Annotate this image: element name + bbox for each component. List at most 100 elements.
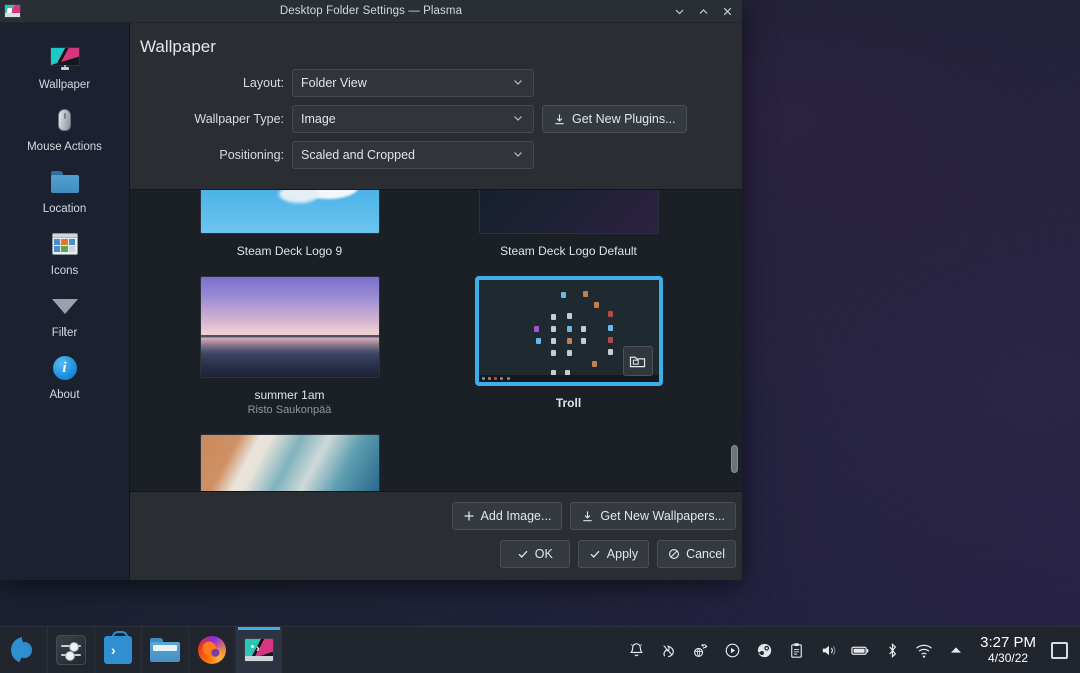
folder-icon [50,167,80,197]
page-title: Wallpaper [140,37,216,56]
ok-button[interactable]: OK [499,540,570,568]
wallpaper-grid-scrollarea[interactable]: Steam Deck Logo 9 Steam Deck Logo Defaul… [130,189,742,492]
cancel-button[interactable]: Cancel [657,540,736,568]
clipboard-icon[interactable] [780,627,812,673]
chevron-down-icon [511,111,525,128]
wallpaper-item[interactable]: Steam Deck Logo 9 [150,190,429,266]
positioning-row: Positioning: Scaled and Cropped [130,141,742,169]
sidebar-item-about[interactable]: i About [0,347,130,409]
open-folder-icon[interactable] [622,346,653,376]
settings-sliders-icon [56,635,86,665]
cancel-label: Cancel [686,547,725,561]
firefox-icon [198,636,226,664]
globe-arrow-icon[interactable] [684,627,716,673]
sidebar-item-label: Mouse Actions [27,141,102,153]
wallpaper-type-value: Image [301,112,336,126]
bell-icon[interactable] [620,627,652,673]
window-titlebar[interactable]: Desktop Folder Settings — Plasma [0,0,742,23]
kde-launcher-icon [10,637,37,663]
clock-time: 3:27 PM [980,634,1036,652]
steam-icon[interactable] [748,627,780,673]
wallpaper-type-row: Wallpaper Type: Image Get New Plugins... [130,105,742,133]
plus-icon [463,510,475,522]
digital-clock[interactable]: 3:27 PM 4/30/22 [972,635,1044,664]
taskbar: › › 3:27 PM 4/30/22 [0,626,1080,673]
positioning-select[interactable]: Scaled and Cropped [292,141,534,169]
battery-icon[interactable] [844,627,876,673]
flame-icon[interactable] [652,627,684,673]
wallpaper-name: Steam Deck Logo Default [500,244,637,258]
discover-bag-icon: › [104,631,132,664]
play-circle-icon[interactable] [716,627,748,673]
folder-manager-icon [150,638,180,662]
show-desktop-icon[interactable] [1044,627,1074,673]
wallpaper-item[interactable]: summer 1am Risto Saukonpää [150,266,429,424]
vertical-scrollbar[interactable] [731,192,738,489]
check-icon [517,548,529,560]
layout-label: Layout: [242,76,284,90]
wallpaper-thumbnail [474,276,663,386]
wallpaper-author: Risto Saukonpää [247,404,332,416]
wallpaper-form: Layout: Folder View Wallpaper Type: Imag… [130,69,742,189]
get-new-plugins-button[interactable]: Get New Plugins... [542,105,687,133]
wallpaper-item[interactable]: Steam Deck Logo Default [429,190,708,266]
check-icon [589,548,601,560]
wallpaper-name: Steam Deck Logo 9 [236,244,343,258]
sidebar-item-location[interactable]: Location [0,161,130,223]
scrollbar-handle[interactable] [731,445,738,473]
sidebar-item-icons[interactable]: Icons [0,223,130,285]
sidebar-item-filter[interactable]: Filter [0,285,130,347]
wallpaper-thumbnail [478,190,659,234]
wallpaper-actions: Add Image... Get New Wallpapers... [130,492,742,530]
add-image-button[interactable]: Add Image... [451,502,563,530]
sidebar-item-label: About [49,389,80,401]
positioning-label: Positioning: [219,148,284,162]
wallpaper-thumbnail [199,276,380,378]
bluetooth-icon[interactable] [876,627,908,673]
settings-content: Wallpaper Layout: Folder View Wallpaper … [130,23,742,580]
kickoff-launcher-button[interactable] [0,627,47,673]
wallpaper-name: Troll [555,396,582,410]
mouse-icon [50,105,80,135]
cancel-icon [668,548,680,560]
clock-date: 4/30/22 [988,650,1029,665]
layout-row: Layout: Folder View [130,69,742,97]
layout-select[interactable]: Folder View [292,69,534,97]
ok-label: OK [534,547,553,561]
sidebar-item-wallpaper[interactable]: Wallpaper [0,37,130,99]
get-new-plugins-label: Get New Plugins... [572,112,676,126]
wallpaper-thumbnail [199,434,380,491]
chevron-down-icon [511,75,525,92]
task-list: › › [0,626,282,673]
wallpaper-item[interactable] [429,424,708,491]
positioning-value: Scaled and Cropped [301,148,415,162]
wifi-icon[interactable] [908,627,940,673]
discover-task[interactable]: › [94,626,141,673]
get-new-wallpapers-button[interactable]: Get New Wallpapers... [570,502,736,530]
apply-label: Apply [606,547,639,561]
get-new-wallpapers-label: Get New Wallpapers... [600,509,725,523]
window-title: Desktop Folder Settings — Plasma [279,5,463,17]
wallpaper-item[interactable] [150,424,429,491]
sidebar-item-label: Wallpaper [38,79,91,91]
wallpaper-type-select[interactable]: Image [292,105,534,133]
chevron-down-icon [511,147,525,164]
dolphin-task[interactable] [141,626,188,673]
chevron-up-icon[interactable] [940,627,972,673]
system-settings-task[interactable] [47,626,94,673]
sidebar-item-label: Icons [50,265,79,277]
monitor-icon [49,43,80,73]
desktop-settings-task[interactable]: › [235,626,282,673]
speaker-icon[interactable] [812,627,844,673]
wallpaper-item-selected[interactable]: Troll [429,266,708,424]
sidebar-item-mouse-actions[interactable]: Mouse Actions [0,99,130,161]
plasma-desktop-icon: › [244,638,274,662]
add-image-label: Add Image... [480,509,552,523]
apply-button[interactable]: Apply [577,540,650,568]
settings-sidebar: Wallpaper Mouse Actions Location Icons F… [0,23,130,580]
layout-value: Folder View [301,76,367,90]
system-tray: 3:27 PM 4/30/22 [620,627,1080,673]
funnel-icon [50,291,80,335]
download-icon [553,113,566,126]
firefox-task[interactable] [188,626,235,673]
